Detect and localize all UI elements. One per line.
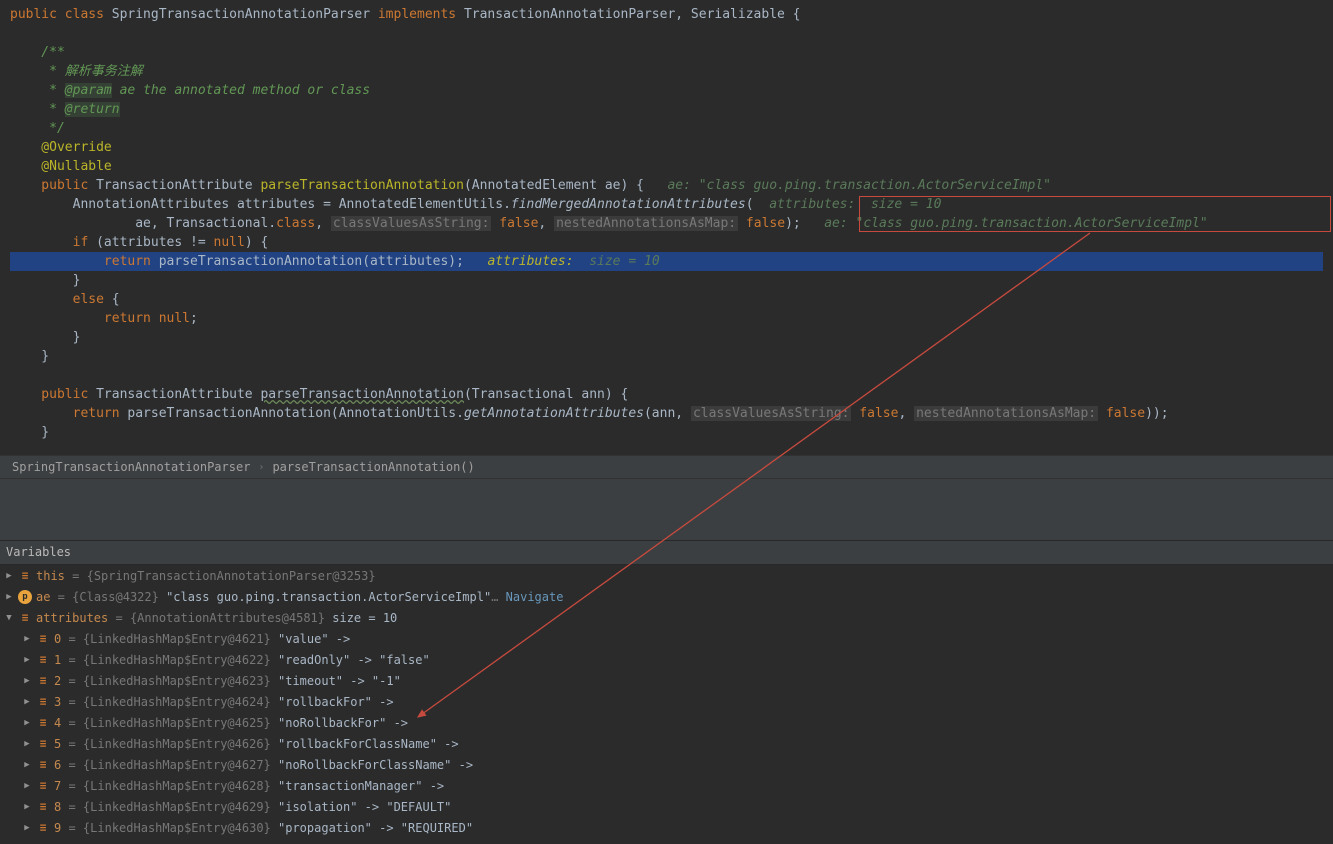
variable-icon: ≡ <box>36 653 50 667</box>
variable-row-ae[interactable]: ▶ p ae = {Class@4322} "class guo.ping.tr… <box>0 586 1333 607</box>
panel-divider[interactable] <box>0 479 1333 541</box>
code-line: } <box>10 271 1323 290</box>
variable-entry-row[interactable]: ▶≡6 = {LinkedHashMap$Entry@4627} "noRoll… <box>0 754 1333 775</box>
variable-icon: ≡ <box>18 611 32 625</box>
expand-arrow-icon[interactable]: ▶ <box>22 760 32 770</box>
variable-icon: ≡ <box>36 632 50 646</box>
collapse-arrow-icon[interactable]: ▼ <box>4 613 14 623</box>
variable-icon: ≡ <box>36 779 50 793</box>
variable-entry-row[interactable]: ▶≡5 = {LinkedHashMap$Entry@4626} "rollba… <box>0 733 1333 754</box>
variable-entry-row[interactable]: ▶≡3 = {LinkedHashMap$Entry@4624} "rollba… <box>0 691 1333 712</box>
variable-icon: ≡ <box>18 569 32 583</box>
code-line: /** <box>10 43 1323 62</box>
code-line <box>10 24 1323 43</box>
code-editor[interactable]: public class SpringTransactionAnnotation… <box>0 0 1333 455</box>
code-line: public TransactionAttribute parseTransac… <box>10 385 1323 404</box>
code-line: } <box>10 423 1323 442</box>
variables-panel[interactable]: ▶ ≡ this = {SpringTransactionAnnotationP… <box>0 565 1333 844</box>
variable-icon: ≡ <box>36 695 50 709</box>
breadcrumb-method[interactable]: parseTransactionAnnotation() <box>268 460 478 474</box>
code-line: public TransactionAttribute parseTransac… <box>10 176 1323 195</box>
variables-tab-header[interactable]: Variables <box>0 541 1333 565</box>
expand-arrow-icon[interactable]: ▶ <box>22 802 32 812</box>
expand-arrow-icon[interactable]: ▶ <box>22 718 32 728</box>
variable-icon: ≡ <box>36 737 50 751</box>
variable-entry-row[interactable]: ▶≡7 = {LinkedHashMap$Entry@4628} "transa… <box>0 775 1333 796</box>
navigate-link[interactable]: Navigate <box>506 590 564 604</box>
variable-icon: ≡ <box>36 821 50 835</box>
code-line: * 解析事务注解 <box>10 62 1323 81</box>
expand-arrow-icon[interactable]: ▶ <box>22 676 32 686</box>
expand-arrow-icon[interactable]: ▶ <box>22 634 32 644</box>
breadcrumb-class[interactable]: SpringTransactionAnnotationParser <box>8 460 254 474</box>
variable-icon: ≡ <box>36 758 50 772</box>
breadcrumb-bar: SpringTransactionAnnotationParser › pars… <box>0 455 1333 479</box>
variable-entry-row[interactable]: ▶≡9 = {LinkedHashMap$Entry@4630} "propag… <box>0 817 1333 838</box>
code-line: return null; <box>10 309 1323 328</box>
expand-arrow-icon[interactable]: ▶ <box>22 697 32 707</box>
variable-entry-row[interactable]: ▶≡8 = {LinkedHashMap$Entry@4629} "isolat… <box>0 796 1333 817</box>
code-line: return parseTransactionAnnotation(Annota… <box>10 404 1323 423</box>
code-line: else { <box>10 290 1323 309</box>
variable-row-this[interactable]: ▶ ≡ this = {SpringTransactionAnnotationP… <box>0 565 1333 586</box>
annotation-red-box <box>859 196 1331 232</box>
variable-icon: ≡ <box>36 674 50 688</box>
variable-icon: ≡ <box>36 716 50 730</box>
code-line: public class SpringTransactionAnnotation… <box>10 5 1323 24</box>
expand-arrow-icon[interactable]: ▶ <box>4 571 14 581</box>
variable-entry-row[interactable]: ▶≡2 = {LinkedHashMap$Entry@4623} "timeou… <box>0 670 1333 691</box>
code-line: @Override <box>10 138 1323 157</box>
expand-arrow-icon[interactable]: ▶ <box>4 592 14 602</box>
expand-arrow-icon[interactable]: ▶ <box>22 739 32 749</box>
code-line: */ <box>10 119 1323 138</box>
code-line: if (attributes != null) { <box>10 233 1323 252</box>
variable-entry-row[interactable]: ▶≡1 = {LinkedHashMap$Entry@4622} "readOn… <box>0 649 1333 670</box>
expand-arrow-icon[interactable]: ▶ <box>22 781 32 791</box>
code-line: * @param ae the annotated method or clas… <box>10 81 1323 100</box>
variable-row-attributes[interactable]: ▼ ≡ attributes = {AnnotationAttributes@4… <box>0 607 1333 628</box>
code-line <box>10 366 1323 385</box>
variable-entry-row[interactable]: ▶≡0 = {LinkedHashMap$Entry@4621} "value"… <box>0 628 1333 649</box>
code-line: } <box>10 347 1323 366</box>
variable-entry-row[interactable]: ▶≡4 = {LinkedHashMap$Entry@4625} "noRoll… <box>0 712 1333 733</box>
code-line: @Nullable <box>10 157 1323 176</box>
variable-icon: ≡ <box>36 800 50 814</box>
expand-arrow-icon[interactable]: ▶ <box>22 655 32 665</box>
current-execution-line: return parseTransactionAnnotation(attrib… <box>10 252 1323 271</box>
parameter-icon: p <box>18 590 32 604</box>
code-line: } <box>10 328 1323 347</box>
chevron-right-icon: › <box>254 462 268 473</box>
expand-arrow-icon[interactable]: ▶ <box>22 823 32 833</box>
code-line: * @return <box>10 100 1323 119</box>
